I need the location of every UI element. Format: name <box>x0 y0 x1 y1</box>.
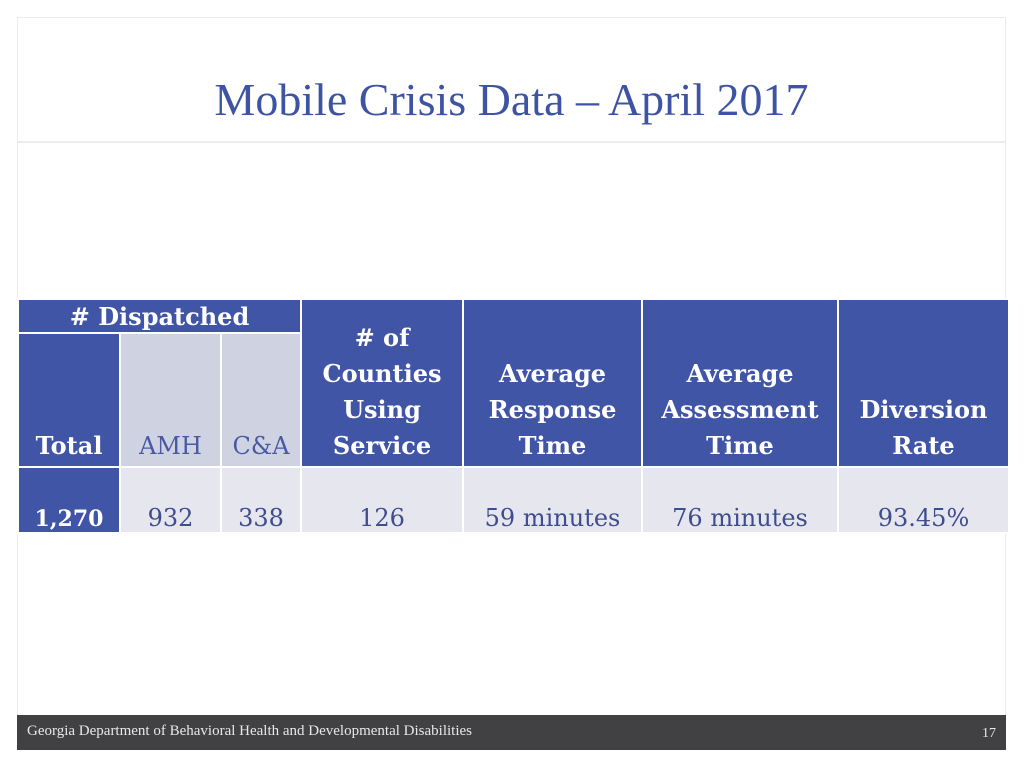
assessment-header-line: Time <box>706 431 774 460</box>
assessment-header-line: Assessment <box>661 395 819 424</box>
diversion-rate-value: 93.45% <box>837 466 1010 534</box>
response-time-header: Average Response Time <box>462 298 643 468</box>
diversion-header-line: Diversion <box>859 395 988 424</box>
ca-header: C&A <box>220 332 302 468</box>
total-header: Total <box>17 332 121 468</box>
assessment-time-header: Average Assessment Time <box>641 298 839 468</box>
counties-header-line: Using <box>343 395 421 424</box>
ca-value: 338 <box>220 466 302 534</box>
response-header-line: Time <box>518 431 587 460</box>
response-header-line: Response <box>488 395 617 424</box>
slide-title: Mobile Crisis Data – April 2017 <box>214 74 809 125</box>
amh-value: 932 <box>119 466 222 534</box>
dispatched-group-header: # Dispatched <box>17 297 302 335</box>
total-value: 1,270 <box>17 466 121 534</box>
assessment-time-value: 76 minutes <box>641 466 839 534</box>
mobile-crisis-table: # Dispatched # of Counties Using Service… <box>17 297 1010 534</box>
response-time-value: 59 minutes <box>462 466 643 534</box>
counties-header-line: # of <box>354 323 410 352</box>
assessment-header-line: Average <box>686 359 794 388</box>
slide-footer: Georgia Department of Behavioral Health … <box>17 715 1006 750</box>
counties-header: # of Counties Using Service <box>300 298 464 468</box>
amh-header: AMH <box>119 332 222 468</box>
response-header-line: Average <box>498 359 607 388</box>
table-row: 1,270 932 338 126 59 minutes 76 minutes … <box>17 466 1010 534</box>
counties-header-line: Service <box>332 431 432 460</box>
page-number: 17 <box>982 726 996 741</box>
title-band: Mobile Crisis Data – April 2017 <box>17 17 1006 143</box>
diversion-header-line: Rate <box>892 431 955 460</box>
diversion-rate-header: Diversion Rate <box>837 298 1010 468</box>
footer-organization: Georgia Department of Behavioral Health … <box>27 723 472 739</box>
counties-header-line: Counties <box>322 359 442 388</box>
counties-value: 126 <box>300 466 464 534</box>
